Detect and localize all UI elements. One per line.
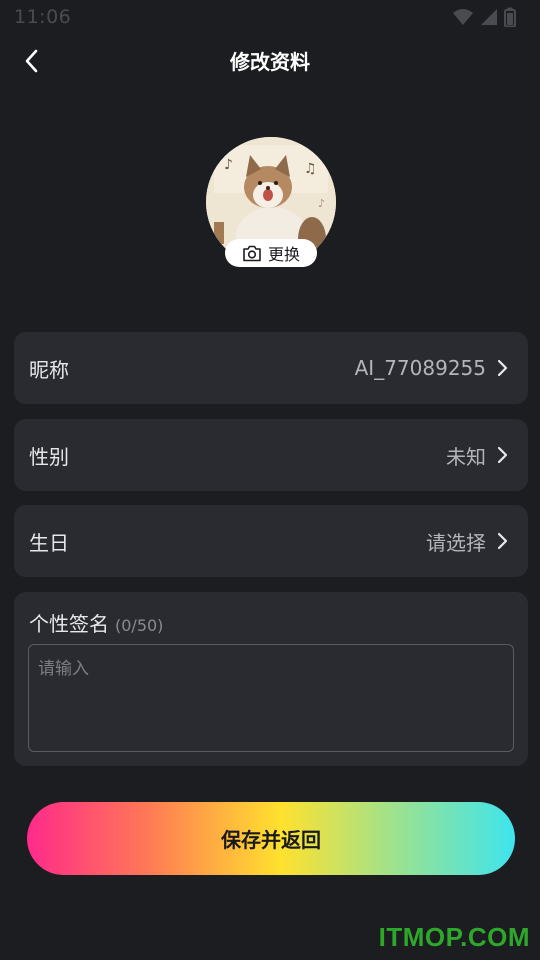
signal-icon [481,9,497,25]
chevron-right-icon [497,446,508,464]
avatar-section: ♪ ♫ ♪ 更换 [206,137,336,267]
birthday-row[interactable]: 生日 请选择 [14,505,528,577]
svg-text:♪: ♪ [224,157,233,173]
page-title: 修改资料 [230,50,310,74]
chevron-right-icon [497,359,508,377]
nickname-row[interactable]: 昵称 AI_77089255 [14,332,528,404]
status-time: 11:06 [14,6,72,28]
status-icons [452,7,516,27]
signature-char-count: (0/50) [115,616,164,635]
svg-text:♪: ♪ [318,197,325,210]
birthday-label: 生日 [29,530,69,555]
gender-value-group: 未知 [446,441,508,470]
change-avatar-button[interactable]: 更换 [225,239,317,267]
chevron-right-icon [497,532,508,550]
svg-text:♫: ♫ [304,161,317,177]
signature-input[interactable] [28,644,514,752]
change-avatar-label: 更换 [267,245,300,264]
signature-label: 个性签名 [29,612,109,636]
status-bar: 11:06 [0,0,540,34]
gender-row[interactable]: 性别 未知 [14,419,528,491]
save-and-return-button[interactable]: 保存并返回 [27,802,515,875]
nav-bar: 修改资料 [0,36,540,86]
birthday-value-group: 请选择 [426,527,508,556]
wifi-icon [453,9,473,25]
nickname-value-group: AI_77089255 [355,356,508,380]
signature-card: 个性签名 (0/50) [14,592,528,766]
battery-icon [504,7,516,27]
gender-value: 未知 [446,444,486,469]
gender-label: 性别 [29,444,69,469]
birthday-value: 请选择 [426,530,486,555]
signature-header: 个性签名 (0/50) [29,608,163,637]
nickname-value: AI_77089255 [354,356,486,380]
watermark: ITMOP.COM [378,922,530,952]
nickname-label: 昵称 [29,357,69,382]
camera-icon [243,245,261,261]
